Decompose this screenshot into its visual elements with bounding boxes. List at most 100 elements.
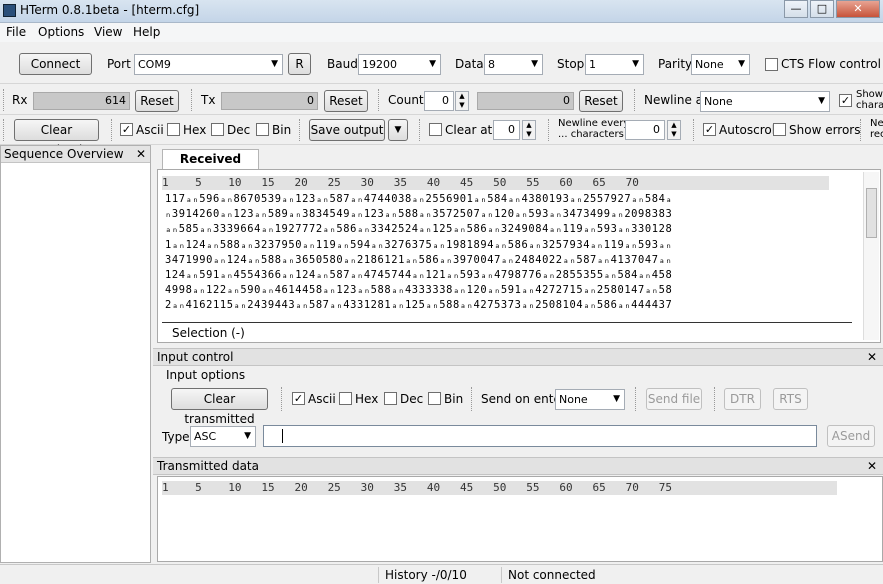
- clear-transmitted-button[interactable]: Clear transmitted: [171, 388, 268, 426]
- parity-select[interactable]: None ▼: [691, 54, 750, 75]
- baud-value: 19200: [362, 58, 397, 71]
- menu-bar: File Options View Help: [0, 23, 883, 42]
- rts-button[interactable]: RTS: [773, 388, 808, 410]
- clear-at-checkbox[interactable]: [429, 123, 442, 136]
- data-bits-select[interactable]: 8 ▼: [484, 54, 543, 75]
- input-dec-checkbox[interactable]: [384, 392, 397, 405]
- clear-at-input[interactable]: 0: [493, 120, 520, 140]
- connect-button[interactable]: Connect: [19, 53, 92, 75]
- refresh-ports-button[interactable]: R: [288, 53, 311, 75]
- port-select[interactable]: COM9 ▼: [134, 54, 283, 75]
- clear-at-spinner[interactable]: ▲ ▼: [522, 120, 536, 140]
- hex-checkbox[interactable]: [167, 123, 180, 136]
- toolbar-grip[interactable]: [635, 387, 638, 411]
- bin-label: Bin: [272, 123, 292, 137]
- toolbar-grip[interactable]: [3, 119, 6, 141]
- transmitted-ruler: 1 5 10 15 20 25 30 35 40 45 50 55 60 65 …: [162, 481, 837, 495]
- send-file-button[interactable]: Send file: [646, 388, 702, 410]
- close-button[interactable]: ✕: [836, 0, 880, 18]
- port-label: Port: [107, 57, 131, 71]
- newline-every-chars-label: ... characters: [558, 129, 624, 140]
- newline-at-value: None: [704, 95, 733, 108]
- port-value: COM9: [138, 58, 171, 71]
- newline-at-label: Newline at: [644, 93, 708, 107]
- ascii-label: Ascii: [136, 123, 164, 137]
- baud-select[interactable]: 19200 ▼: [358, 54, 441, 75]
- bin-checkbox[interactable]: [256, 123, 269, 136]
- type-select[interactable]: ASC ▼: [190, 426, 256, 447]
- toolbar-grip[interactable]: [378, 89, 381, 111]
- count-bar: 0: [477, 92, 574, 110]
- toolbar-grip[interactable]: [548, 119, 551, 141]
- asend-button[interactable]: ASend: [827, 425, 875, 447]
- count-spinner[interactable]: ▲ ▼: [455, 91, 469, 111]
- input-dec-label: Dec: [400, 392, 424, 406]
- received-line: 4998ₐₙ122ₐₙ590ₐₙ4614458ₐₙ123ₐₙ588ₐₙ43333…: [165, 284, 673, 297]
- save-output-button[interactable]: Save output: [309, 119, 385, 141]
- dec-checkbox[interactable]: [211, 123, 224, 136]
- received-line: ₙ3914260ₐₙ123ₐₙ589ₐₙ3834549ₐₙ123ₐₙ588ₐₙ3…: [165, 208, 673, 221]
- received-line: 1ₐₙ124ₐₙ588ₐₙ3237950ₐₙ119ₐₙ594ₐₙ3276375ₐ…: [165, 238, 673, 251]
- menu-file[interactable]: File: [6, 25, 26, 39]
- newline-every-spinner[interactable]: ▲ ▼: [667, 120, 681, 140]
- newline-every-input[interactable]: 0: [625, 120, 665, 140]
- toolbar-grip[interactable]: [191, 89, 194, 111]
- toolbar-grip[interactable]: [471, 387, 474, 411]
- toolbar-grip[interactable]: [693, 119, 696, 141]
- counter-toolbar: Rx 614 Reset Tx 0 Reset Count 0 ▲ ▼ 0 Res…: [0, 85, 883, 115]
- send-on-enter-value: None: [559, 393, 588, 406]
- dtr-button[interactable]: DTR: [724, 388, 761, 410]
- input-ascii-checkbox[interactable]: ✓: [292, 392, 305, 405]
- newline-at-select[interactable]: None ▼: [700, 91, 830, 112]
- toolbar-grip[interactable]: [299, 119, 302, 141]
- input-bin-checkbox[interactable]: [428, 392, 441, 405]
- menu-help[interactable]: Help: [133, 25, 160, 39]
- clear-received-button[interactable]: Clear received: [14, 119, 99, 157]
- received-line: 117ₐₙ596ₐₙ8670539ₐₙ123ₐₙ587ₐₙ4744038ₐₙ25…: [165, 193, 673, 205]
- window-title: HTerm 0.8.1beta - [hterm.cfg]: [20, 3, 200, 17]
- parity-value: None: [695, 58, 724, 71]
- save-output-dropdown[interactable]: ▼: [388, 119, 408, 141]
- close-icon[interactable]: ✕: [867, 349, 877, 365]
- toolbar-grip[interactable]: [281, 387, 284, 411]
- menu-options[interactable]: Options: [38, 25, 84, 39]
- data-label: Data: [455, 57, 484, 71]
- toolbar-grip[interactable]: [111, 119, 114, 141]
- send-input[interactable]: [263, 425, 817, 447]
- minimize-button[interactable]: —: [784, 0, 808, 18]
- send-on-enter-select[interactable]: None ▼: [555, 389, 625, 410]
- cts-flow-label: CTS Flow control: [781, 57, 881, 71]
- toolbar-grip[interactable]: [634, 89, 637, 111]
- cts-flow-checkbox[interactable]: [765, 58, 778, 71]
- show-errors-checkbox[interactable]: [773, 123, 786, 136]
- chevron-down-icon: ▼: [271, 59, 278, 69]
- received-scrollbar[interactable]: [863, 172, 879, 340]
- toolbar-grip[interactable]: [3, 89, 6, 111]
- toolbar-grip[interactable]: [860, 119, 863, 141]
- tab-received-data[interactable]: Received Data: [162, 149, 259, 184]
- tx-reset-button[interactable]: Reset: [324, 90, 368, 112]
- count-input[interactable]: 0: [424, 91, 454, 111]
- ne-label-1: Ne: [870, 118, 883, 129]
- newline-every-label: Newline every: [558, 118, 630, 129]
- show-characters-checkbox[interactable]: ✓: [839, 94, 852, 107]
- autoscroll-checkbox[interactable]: ✓: [703, 123, 716, 136]
- toolbar-grip[interactable]: [714, 387, 717, 411]
- toolbar-grip[interactable]: [419, 119, 422, 141]
- close-icon[interactable]: ✕: [136, 146, 146, 162]
- input-hex-checkbox[interactable]: [339, 392, 352, 405]
- received-line: 3471990ₐₙ124ₐₙ588ₐₙ3650580ₐₙ2186121ₐₙ586…: [165, 253, 673, 266]
- count-reset-button[interactable]: Reset: [579, 90, 623, 112]
- chevron-down-icon: ▼: [632, 59, 639, 69]
- close-icon[interactable]: ✕: [867, 458, 877, 474]
- input-control-header: Input control ✕: [153, 348, 883, 366]
- status-bar: History -/0/10 Not connected: [0, 564, 883, 584]
- scrollbar-thumb[interactable]: [866, 188, 877, 238]
- rx-reset-button[interactable]: Reset: [135, 90, 179, 112]
- stop-bits-select[interactable]: 1 ▼: [585, 54, 644, 75]
- ascii-checkbox[interactable]: ✓: [120, 123, 133, 136]
- count-label: Count: [388, 93, 424, 107]
- menu-view[interactable]: View: [94, 25, 122, 39]
- sequence-overview-title: Sequence Overview: [4, 147, 124, 161]
- maximize-button[interactable]: □: [810, 0, 834, 18]
